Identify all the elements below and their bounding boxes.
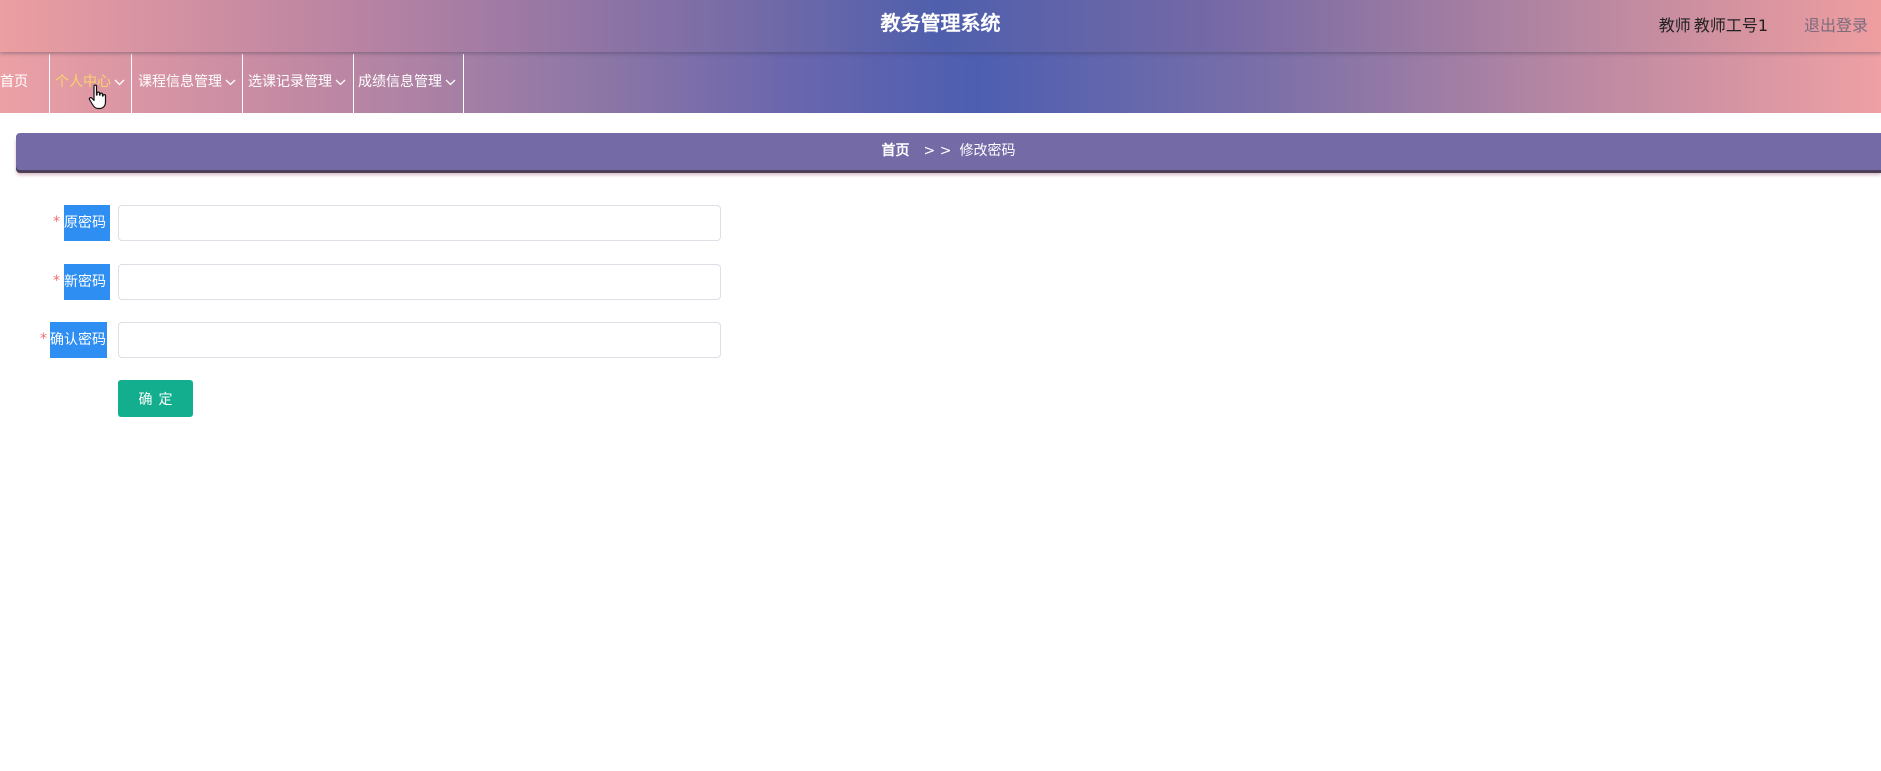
new-password-label: 新密码 [64, 264, 110, 300]
chevron-down-icon [225, 79, 236, 85]
breadcrumb: 首页 > > 修改密码 [16, 133, 1881, 170]
app-title: 教务管理系统 [880, 11, 1001, 35]
chevron-down-icon [445, 79, 456, 85]
new-password-input[interactable] [118, 264, 721, 300]
nav-item-label: 成绩信息管理 [358, 74, 442, 90]
hand-pointer-icon [88, 84, 107, 110]
nav-divider [49, 54, 50, 115]
nav-item-label: 首页 [0, 74, 28, 90]
main-nav: 首页 个人中心 课程信息管理 选课记录管理 成绩信息管理 [0, 52, 1881, 115]
nav-divider [353, 54, 354, 115]
nav-item-label: 课程信息管理 [138, 74, 222, 90]
top-header: 教务管理系统 教师 教师工号1 退出登录 [0, 0, 1881, 52]
breadcrumb-separator: > > [923, 143, 952, 159]
user-name: 教师工号1 [1693, 16, 1768, 35]
required-mark: * [53, 273, 60, 289]
logout-link[interactable]: 退出登录 [1804, 12, 1868, 36]
confirm-password-input[interactable] [118, 322, 721, 358]
nav-item-selection-records[interactable]: 选课记录管理 [248, 52, 346, 113]
confirm-button[interactable]: 确定 [118, 380, 193, 417]
nav-item-label: 选课记录管理 [248, 74, 332, 90]
old-password-label: 原密码 [64, 205, 110, 241]
user-info: 教师 教师工号1 [1656, 12, 1768, 36]
required-mark: * [53, 214, 60, 230]
nav-divider [131, 54, 132, 115]
breadcrumb-current: 修改密码 [959, 143, 1016, 159]
user-role: 教师 [1658, 16, 1691, 35]
old-password-input[interactable] [118, 205, 721, 241]
breadcrumb-home[interactable]: 首页 [882, 143, 910, 159]
chevron-down-icon [114, 79, 125, 85]
confirm-password-label: 确认密码 [50, 322, 107, 358]
chevron-down-icon [335, 79, 346, 85]
nav-divider [463, 54, 464, 115]
nav-item-course-info[interactable]: 课程信息管理 [138, 52, 236, 113]
required-mark: * [40, 331, 47, 347]
nav-divider [242, 54, 243, 115]
nav-item-home[interactable]: 首页 [0, 52, 28, 113]
nav-item-grade-info[interactable]: 成绩信息管理 [358, 52, 456, 113]
breadcrumb-bar: 首页 > > 修改密码 [16, 133, 1881, 170]
